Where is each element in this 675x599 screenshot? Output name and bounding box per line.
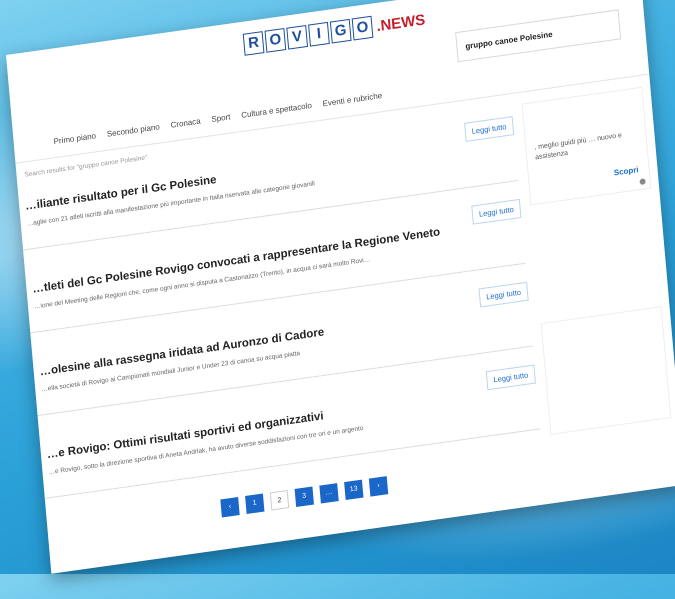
nav-item-eventi[interactable]: Eventi e rubriche (322, 91, 382, 108)
sidebar-ad: , meglio guidi più … nuovo e assistenza … (521, 86, 652, 206)
nav-item-sport[interactable]: Sport (211, 112, 231, 124)
read-more-button[interactable]: Leggi tutto (471, 198, 522, 225)
sidebar-discover-link[interactable]: Scopri (613, 165, 638, 177)
page-button[interactable]: 3 (294, 486, 314, 508)
nav-item-cultura[interactable]: Cultura e spettacolo (241, 101, 312, 120)
ad-info-icon[interactable] (639, 178, 646, 186)
page-button-current[interactable]: 2 (269, 490, 290, 511)
sidebar-box (540, 306, 672, 435)
nav-item-primo-piano[interactable]: Primo piano (53, 131, 96, 146)
sidebar-ad-text: , meglio guidi più … nuovo e assistenza (534, 132, 623, 162)
logo-letter: V (286, 24, 309, 50)
next-page-button[interactable]: › (368, 476, 389, 497)
read-more-button[interactable]: Leggi tutto (464, 116, 515, 142)
search-results: …iliante risultato per il Gc Polesine …a… (16, 110, 541, 511)
logo-letter: O (264, 28, 287, 53)
logo-letter: R (242, 31, 265, 56)
prev-page-button[interactable]: ‹ (220, 496, 240, 518)
read-more-button[interactable]: Leggi tutto (478, 281, 529, 308)
read-more-button[interactable]: Leggi tutto (485, 364, 536, 391)
logo-letter: I (308, 21, 330, 47)
nav-item-cronaca[interactable]: Cronaca (170, 117, 201, 130)
page-button[interactable]: 1 (245, 493, 265, 514)
search-input[interactable]: gruppo canoe Polesine (455, 9, 622, 63)
logo-letter: G (329, 18, 352, 44)
page-ellipsis: … (319, 483, 339, 504)
nav-item-secondo-piano[interactable]: Secondo piano (106, 122, 160, 138)
page-button[interactable]: 13 (344, 479, 364, 501)
site-logo[interactable]: R O V I G O .NEWS (242, 8, 426, 56)
logo-suffix: .NEWS (375, 10, 426, 35)
logo-letter: O (351, 15, 374, 41)
webpage-screenshot: R O V I G O .NEWS gruppo canoe Polesine … (6, 0, 675, 574)
